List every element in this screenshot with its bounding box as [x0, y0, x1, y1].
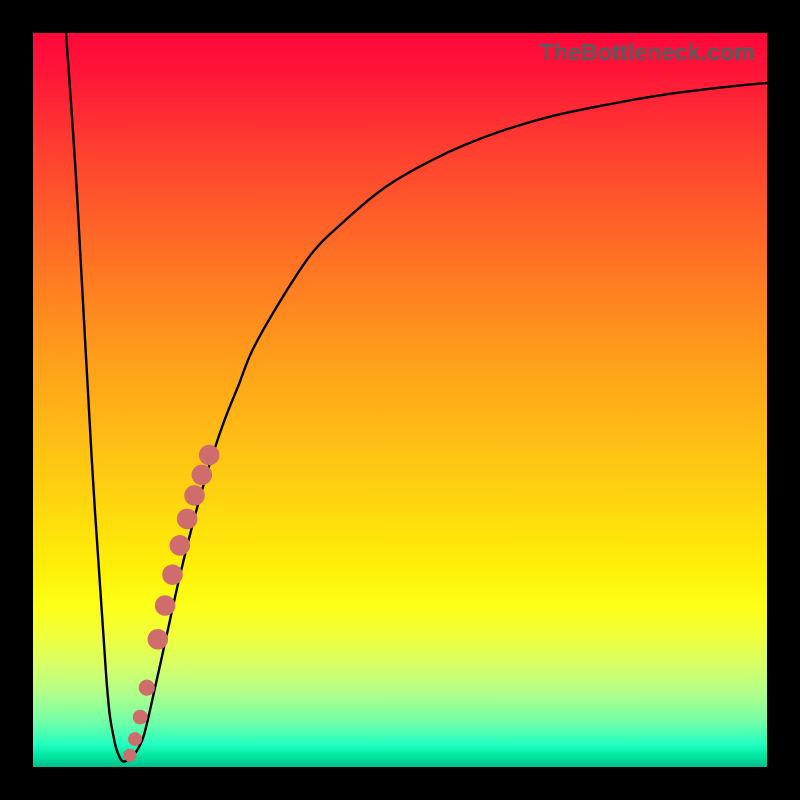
marker-band-g	[148, 629, 169, 650]
marker-band-d	[170, 535, 191, 556]
marker-band-e	[162, 564, 183, 585]
marker-dot-1	[139, 680, 155, 696]
plot-area: TheBottleneck.com	[33, 33, 767, 767]
marker-group	[123, 445, 219, 762]
chart-frame: TheBottleneck.com	[0, 0, 800, 800]
marker-band-f	[155, 595, 176, 616]
curve-svg	[33, 33, 767, 767]
bottleneck-curve	[66, 33, 767, 762]
marker-band-top	[199, 445, 220, 466]
marker-band-c	[177, 509, 198, 530]
marker-band-a	[192, 465, 213, 486]
marker-dot-2	[133, 710, 148, 725]
marker-band-b	[184, 485, 205, 506]
marker-dot-3	[128, 732, 142, 746]
marker-dot-bottom	[123, 749, 136, 762]
